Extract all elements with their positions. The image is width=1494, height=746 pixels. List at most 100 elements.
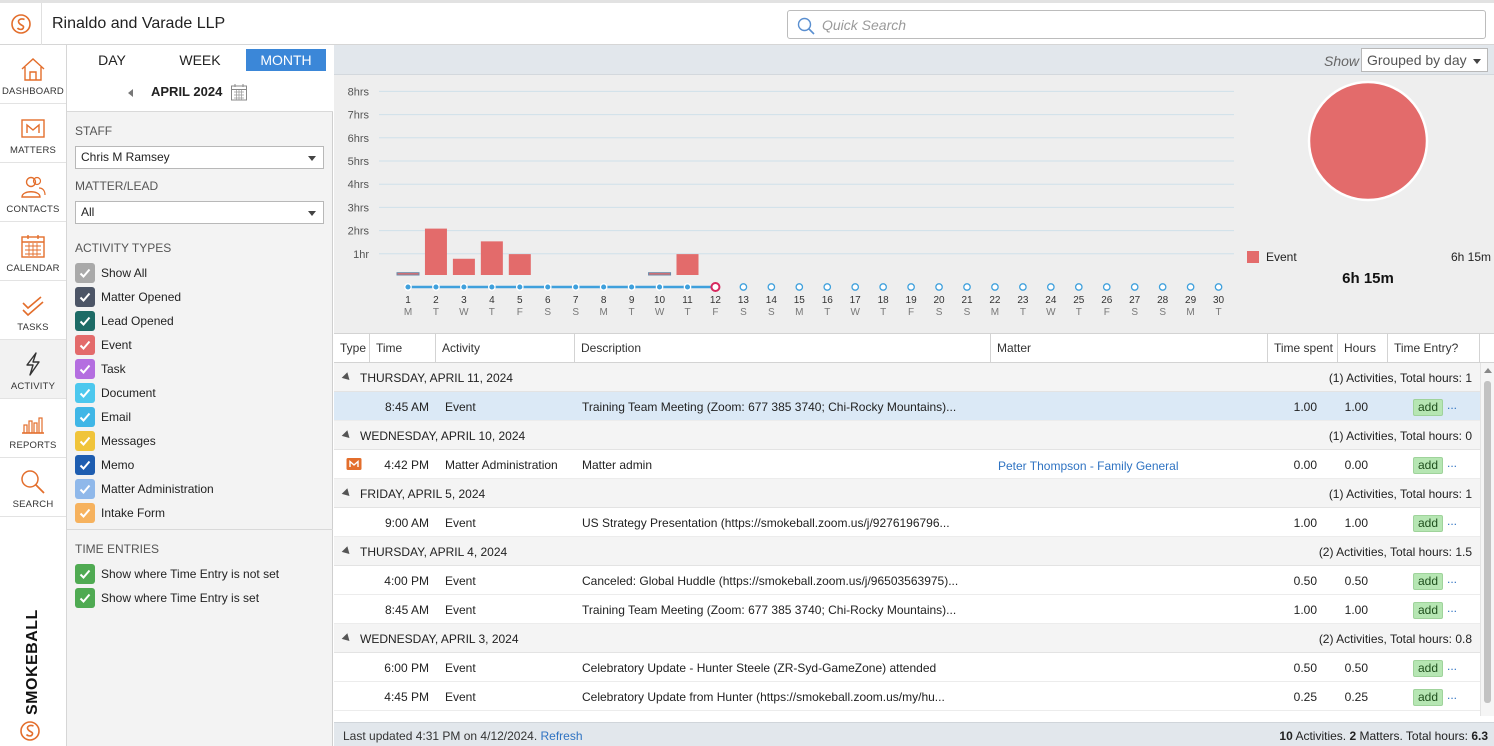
chart-bar[interactable] bbox=[424, 228, 447, 275]
refresh-link[interactable]: Refresh bbox=[541, 729, 583, 743]
checkbox[interactable] bbox=[75, 407, 95, 427]
checkbox[interactable] bbox=[75, 564, 95, 584]
checkbox[interactable] bbox=[75, 588, 95, 608]
add-time-entry-button[interactable]: add bbox=[1413, 399, 1443, 416]
calendar-picker-icon[interactable] bbox=[230, 83, 248, 101]
checkbox[interactable] bbox=[75, 287, 95, 307]
quick-search-input[interactable] bbox=[822, 14, 1462, 35]
group-header[interactable]: THURSDAY, APRIL 11, 2024 (1) Activities, … bbox=[334, 363, 1480, 392]
more-options-button[interactable]: ... bbox=[1447, 572, 1457, 586]
table-scrollbar[interactable] bbox=[1480, 363, 1494, 716]
day-dot[interactable] bbox=[767, 283, 776, 291]
smokeball-logo[interactable] bbox=[0, 3, 42, 45]
nav-calendar[interactable]: CALENDAR bbox=[0, 222, 66, 281]
table-row[interactable]: 8:45 AM Event Training Team Meeting (Zoom:… bbox=[334, 595, 1480, 624]
col-matter[interactable]: Matter bbox=[991, 334, 1268, 363]
group-header[interactable]: THURSDAY, APRIL 4, 2024 (2) Activities, T… bbox=[334, 537, 1480, 566]
more-options-button[interactable]: ... bbox=[1447, 514, 1457, 528]
group-header[interactable]: WEDNESDAY, APRIL 10, 2024 (1) Activities,… bbox=[334, 421, 1480, 450]
day-dot[interactable] bbox=[515, 283, 524, 291]
day-dot[interactable] bbox=[991, 283, 999, 291]
day-dot[interactable] bbox=[851, 283, 860, 291]
day-dot[interactable] bbox=[432, 283, 440, 291]
more-options-button[interactable]: ... bbox=[1447, 398, 1457, 412]
day-dot[interactable] bbox=[1046, 283, 1055, 291]
group-header[interactable]: WEDNESDAY, APRIL 3, 2024 (2) Activities, … bbox=[334, 624, 1480, 653]
checkbox[interactable] bbox=[75, 311, 95, 331]
chart-bar[interactable] bbox=[648, 272, 672, 276]
collapse-triangle-icon[interactable] bbox=[341, 488, 353, 499]
day-dot[interactable] bbox=[1130, 283, 1139, 291]
day-dot[interactable] bbox=[627, 283, 636, 291]
table-row[interactable]: 4:42 PM Matter Administration Matter admin… bbox=[334, 450, 1480, 479]
checkbox[interactable] bbox=[75, 455, 95, 475]
more-options-button[interactable]: ... bbox=[1447, 601, 1457, 615]
staff-select[interactable]: Chris M Ramsey bbox=[75, 146, 324, 169]
add-time-entry-button[interactable]: add bbox=[1413, 689, 1443, 706]
checkbox[interactable] bbox=[75, 503, 95, 523]
tab-month[interactable]: MONTH bbox=[246, 49, 326, 71]
table-row[interactable]: 8:45 AM Event Training Team Meeting (Zoom:… bbox=[334, 392, 1480, 421]
prev-period-arrow-icon[interactable] bbox=[128, 89, 133, 97]
pie-slice[interactable] bbox=[1307, 80, 1429, 202]
nav-matters[interactable]: MATTERS bbox=[0, 104, 66, 163]
collapse-triangle-icon[interactable] bbox=[341, 372, 353, 383]
add-time-entry-button[interactable]: add bbox=[1413, 515, 1443, 532]
day-dot[interactable] bbox=[488, 283, 496, 291]
day-dot[interactable] bbox=[460, 283, 468, 291]
checkbox[interactable] bbox=[75, 359, 95, 379]
col-time-entry[interactable]: Time Entry? bbox=[1388, 334, 1480, 363]
chart-bar[interactable] bbox=[676, 254, 699, 275]
day-dot[interactable] bbox=[907, 283, 915, 291]
add-time-entry-button[interactable]: add bbox=[1413, 573, 1443, 590]
add-time-entry-button[interactable]: add bbox=[1413, 457, 1443, 474]
day-dot[interactable] bbox=[1214, 283, 1223, 291]
scroll-up-arrow-icon[interactable] bbox=[1484, 368, 1492, 373]
col-hours[interactable]: Hours bbox=[1338, 334, 1388, 363]
col-type[interactable]: Type bbox=[334, 334, 370, 363]
day-dot[interactable] bbox=[963, 283, 971, 291]
add-time-entry-button[interactable]: add bbox=[1413, 660, 1443, 677]
tab-week[interactable]: WEEK bbox=[163, 49, 237, 71]
matter-lead-select[interactable]: All bbox=[75, 201, 324, 224]
add-time-entry-button[interactable]: add bbox=[1413, 602, 1443, 619]
day-dot[interactable] bbox=[404, 283, 412, 291]
cell-matter-link[interactable]: Peter Thompson - Family General bbox=[998, 459, 1263, 473]
col-activity[interactable]: Activity bbox=[436, 334, 575, 363]
group-header[interactable]: FRIDAY, APRIL 5, 2024 (1) Activities, Tot… bbox=[334, 479, 1480, 508]
checkbox[interactable] bbox=[75, 335, 95, 355]
chart-bar[interactable] bbox=[508, 254, 531, 275]
checkbox[interactable] bbox=[75, 431, 95, 451]
day-dot[interactable] bbox=[1158, 283, 1167, 291]
nav-activity[interactable]: ACTIVITY bbox=[0, 340, 66, 399]
nav-tasks[interactable]: TASKS bbox=[0, 281, 66, 340]
day-dot[interactable] bbox=[1186, 283, 1195, 291]
day-dot[interactable] bbox=[710, 282, 721, 292]
day-dot[interactable] bbox=[599, 283, 608, 291]
more-options-button[interactable]: ... bbox=[1447, 659, 1457, 673]
chart-bar[interactable] bbox=[480, 241, 503, 275]
col-time[interactable]: Time bbox=[370, 334, 436, 363]
day-dot[interactable] bbox=[739, 283, 748, 291]
collapse-triangle-icon[interactable] bbox=[341, 546, 353, 557]
nav-search[interactable]: SEARCH bbox=[0, 458, 66, 517]
day-dot[interactable] bbox=[1019, 283, 1027, 291]
day-dot[interactable] bbox=[1074, 283, 1083, 291]
nav-reports[interactable]: REPORTS bbox=[0, 399, 66, 458]
more-options-button[interactable]: ... bbox=[1447, 688, 1457, 702]
day-dot[interactable] bbox=[543, 283, 552, 291]
nav-dashboard[interactable]: DASHBOARD bbox=[0, 45, 66, 104]
collapse-triangle-icon[interactable] bbox=[341, 633, 353, 644]
grouping-select[interactable]: Grouped by day bbox=[1361, 48, 1488, 72]
table-row[interactable]: 6:00 PM Event Celebratory Update - Hunter … bbox=[334, 653, 1480, 682]
table-row[interactable]: 9:00 AM Event US Strategy Presentation (ht… bbox=[334, 508, 1480, 537]
day-dot[interactable] bbox=[683, 283, 692, 291]
chart-bar[interactable] bbox=[396, 272, 420, 276]
day-dot[interactable] bbox=[795, 283, 804, 291]
checkbox[interactable] bbox=[75, 479, 95, 499]
more-options-button[interactable]: ... bbox=[1447, 456, 1457, 470]
scrollbar-thumb[interactable] bbox=[1484, 381, 1491, 703]
day-dot[interactable] bbox=[879, 283, 888, 291]
col-time-spent[interactable]: Time spent bbox=[1268, 334, 1338, 363]
table-row[interactable]: 4:45 PM Event Celebratory Update from Hunt… bbox=[334, 682, 1480, 711]
